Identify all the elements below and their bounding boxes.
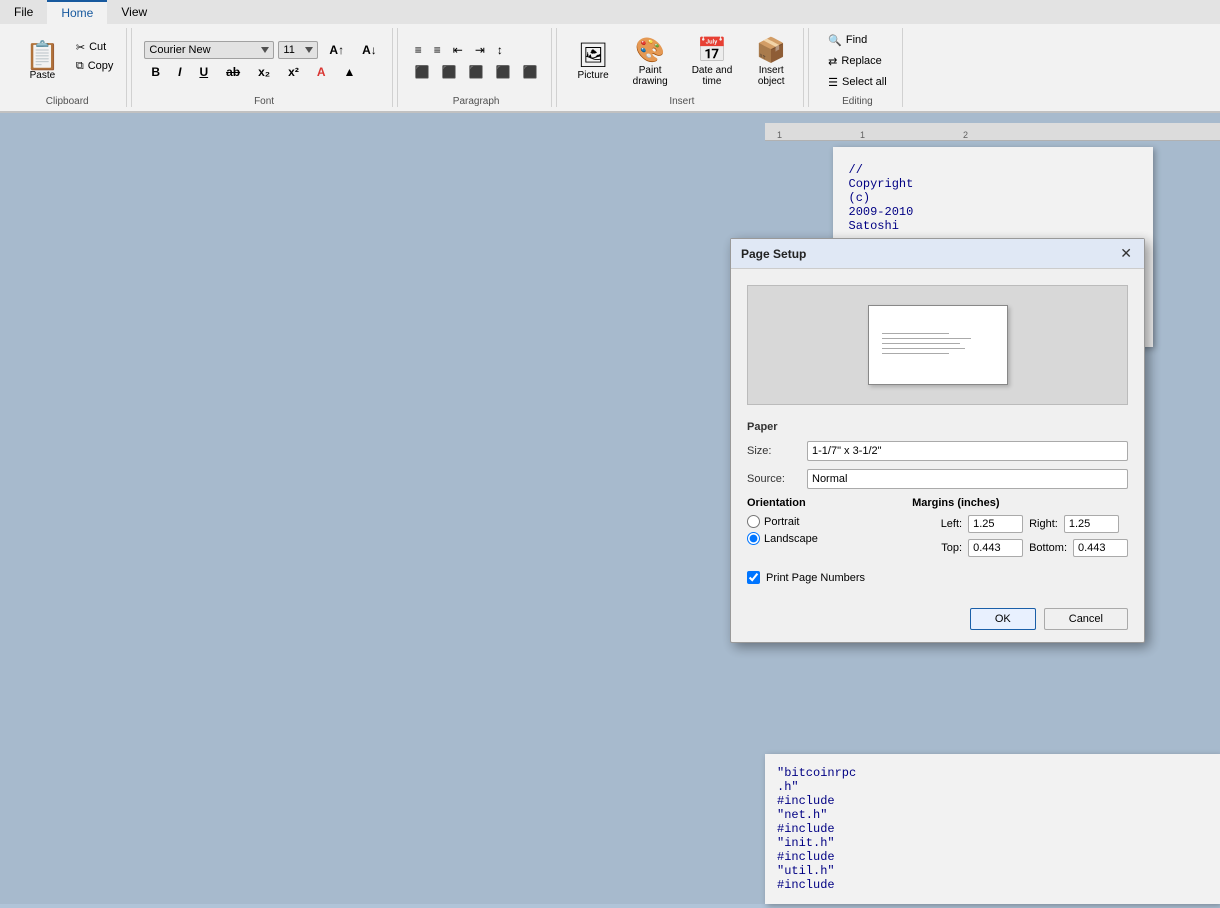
dialog-title: Page Setup [741, 247, 806, 261]
orientation-col: Orientation Portrait Landscape [747, 497, 896, 563]
orientation-margins-row: Orientation Portrait Landscape Margins (… [747, 497, 1128, 563]
page-setup-dialog: Page Setup ✕ [730, 238, 1145, 643]
paper-line-3 [882, 343, 959, 344]
dialog-titlebar: Page Setup ✕ [731, 239, 1144, 269]
preview-container [868, 305, 1008, 385]
dialog-body: Paper Size: 1-1/7" x 3-1/2" Source: Norm… [731, 269, 1144, 600]
ok-button[interactable]: OK [970, 608, 1036, 630]
print-page-numbers-label: Print Page Numbers [766, 572, 865, 584]
dialog-close-button[interactable]: ✕ [1118, 245, 1134, 262]
paper-section-label: Paper [747, 421, 1128, 433]
portrait-label: Portrait [764, 516, 799, 528]
print-page-numbers-checkbox[interactable] [747, 571, 760, 584]
landscape-row: Landscape [747, 532, 896, 545]
landscape-label: Landscape [764, 533, 818, 545]
paper-line-1 [882, 333, 948, 334]
bottom-input[interactable] [1073, 539, 1128, 557]
print-page-numbers-row: Print Page Numbers [747, 571, 1128, 584]
paper-shadow [874, 385, 1014, 391]
paper-line-4 [882, 348, 965, 349]
left-input[interactable] [968, 515, 1023, 533]
paper-lines [882, 333, 992, 358]
top-label: Top: [912, 542, 962, 554]
margins-title: Margins (inches) [912, 497, 1128, 509]
source-select[interactable]: Normal [807, 469, 1128, 489]
top-margin-row: Top: Bottom: [912, 539, 1128, 557]
portrait-radio[interactable] [747, 515, 760, 528]
left-margin-row: Left: Right: [912, 515, 1128, 533]
bottom-label: Bottom: [1029, 542, 1067, 554]
margins-col: Margins (inches) Left: Right: Top: Botto… [912, 497, 1128, 563]
dialog-overlay: Page Setup ✕ [0, 0, 1220, 904]
right-input[interactable] [1064, 515, 1119, 533]
orientation-title: Orientation [747, 497, 896, 509]
paper-line-5 [882, 353, 948, 354]
right-label: Right: [1029, 518, 1058, 530]
size-select[interactable]: 1-1/7" x 3-1/2" [807, 441, 1128, 461]
paper-preview [868, 305, 1008, 385]
size-label: Size: [747, 445, 807, 457]
portrait-row: Portrait [747, 515, 896, 528]
source-row: Source: Normal [747, 469, 1128, 489]
size-row: Size: 1-1/7" x 3-1/2" [747, 441, 1128, 461]
left-label: Left: [912, 518, 962, 530]
source-label: Source: [747, 473, 807, 485]
dialog-footer: OK Cancel [731, 600, 1144, 642]
landscape-radio[interactable] [747, 532, 760, 545]
top-input[interactable] [968, 539, 1023, 557]
paper-preview-area [747, 285, 1128, 405]
cancel-button[interactable]: Cancel [1044, 608, 1128, 630]
paper-line-2 [882, 338, 970, 339]
